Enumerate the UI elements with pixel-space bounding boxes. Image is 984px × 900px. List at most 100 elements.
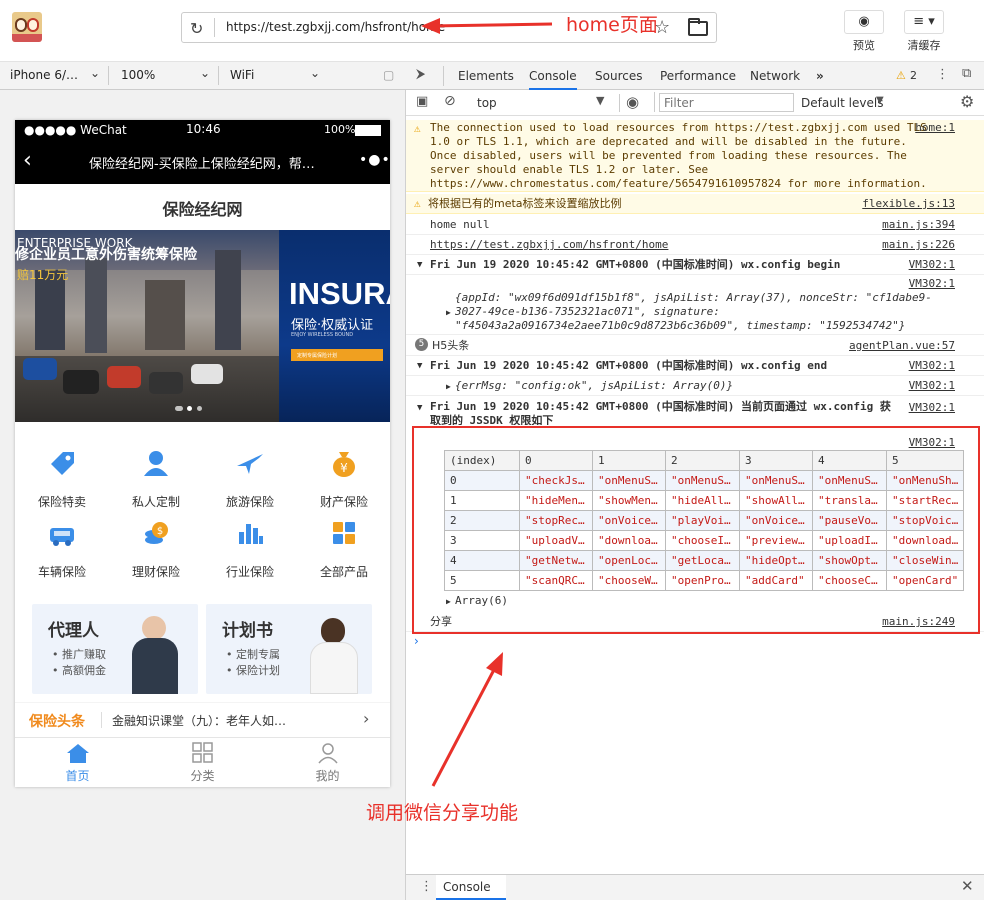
console-config-object[interactable]: VM302:1 ▶ {appId: "wx09f6d091df15b1f8", … <box>406 275 984 335</box>
screen-rotate-icon[interactable]: ▢ <box>383 68 394 82</box>
device-emulator-panel: iPhone 6/… ⌄ 100% ⌄ WiFi ⌄ ▢ ●●●●● WeCha… <box>0 62 406 900</box>
levels-dropdown-icon[interactable]: ▼ <box>876 95 884 106</box>
network-select[interactable]: WiFi <box>230 68 254 82</box>
banner-plan-button[interactable]: 定制专属保险计划 <box>291 349 383 361</box>
tab-home[interactable]: 首页 <box>15 742 140 784</box>
filter-input[interactable] <box>659 93 794 112</box>
console-group-permissions[interactable]: ▼ Fri Jun 19 2020 10:45:42 GMT+0800 (中国标… <box>406 396 984 426</box>
tab-sources[interactable]: Sources <box>595 69 642 83</box>
news-ticker[interactable]: 保险头条 金融知识课堂（九）：老年人如… › <box>15 702 390 738</box>
zoom-select[interactable]: 100% <box>121 68 155 82</box>
grid-item-travel[interactable]: 旅游保险 <box>203 448 297 510</box>
log-link[interactable]: https://test.zgbxjj.com/hsfront/home <box>430 238 668 252</box>
grid-item-property[interactable]: ¥ 财产保险 <box>297 448 391 510</box>
drawer-menu-icon[interactable]: ⋮ <box>420 879 433 894</box>
tab-category[interactable]: 分类 <box>140 742 265 784</box>
grid-item-vehicle[interactable]: 车辆保险 <box>15 518 109 580</box>
coins-icon: $ <box>145 522 168 544</box>
console-group-begin[interactable]: ▼ Fri Jun 19 2020 10:45:42 GMT+0800 (中国标… <box>406 255 984 275</box>
grid-item-all[interactable]: 全部产品 <box>297 518 391 580</box>
plan-card[interactable]: 计划书 • 定制专属 • 保险计划 <box>206 604 372 694</box>
expand-triangle-icon[interactable]: ▶ <box>446 306 451 320</box>
grid-item-special[interactable]: 保险特卖 <box>15 448 109 510</box>
eye-icon[interactable]: ◉ <box>626 93 639 111</box>
chevron-down-icon[interactable]: ⌄ <box>200 66 210 80</box>
folder-icon[interactable] <box>688 18 708 36</box>
chevron-down-icon[interactable]: ⌄ <box>310 66 320 80</box>
console-group-end[interactable]: ▼ Fri Jun 19 2020 10:45:42 GMT+0800 (中国标… <box>406 356 984 376</box>
console-log-h5: 5 H5头条 agentPlan.vue:57 <box>406 336 984 356</box>
log-source-link[interactable]: VM302:1 <box>909 359 955 373</box>
sidebar-toggle-icon[interactable]: ▣ <box>416 94 428 109</box>
expand-triangle-icon[interactable]: ▼ <box>417 258 422 272</box>
apps-icon <box>333 522 355 544</box>
car-icon <box>50 528 74 546</box>
console-prompt[interactable]: › <box>414 634 419 648</box>
clear-cache-button[interactable]: ≡ ▾ 清缓存 <box>894 10 954 53</box>
carousel-dot[interactable] <box>175 406 183 411</box>
phone-screen: ●●●●● WeChat 10:46 100% ‹ 保险经纪网-买保险上保险经纪… <box>15 120 390 787</box>
console-errmsg-object[interactable]: ▶ {errMsg: "config:ok", jsApiList: Array… <box>406 376 984 396</box>
log-source-link[interactable]: VM302:1 <box>909 258 955 272</box>
tab-performance[interactable]: Performance <box>660 69 736 83</box>
reload-icon[interactable]: ↻ <box>190 19 203 38</box>
chevron-right-icon[interactable]: › <box>363 709 369 728</box>
preview-button[interactable]: ◉ 预览 <box>834 10 894 53</box>
clear-cache-label: 清缓存 <box>907 39 941 52</box>
clear-console-icon[interactable]: ⊘ <box>444 93 456 109</box>
warning-icon[interactable]: ⚠ <box>896 69 906 82</box>
carousel-dot[interactable] <box>197 406 202 411</box>
carrier-text: ●●●●● WeChat <box>24 123 127 137</box>
log-source-link[interactable]: main.js:226 <box>882 238 955 252</box>
settings-gear-icon[interactable]: ⚙ <box>960 92 974 111</box>
grid-label: 全部产品 <box>319 565 368 579</box>
tab-network[interactable]: Network <box>750 69 800 83</box>
carousel-dot[interactable] <box>187 406 192 411</box>
log-source-link[interactable]: agentPlan.vue:57 <box>849 339 955 353</box>
context-select[interactable]: top <box>477 96 497 110</box>
log-source-link[interactable]: main.js:394 <box>882 218 955 232</box>
inspect-icon[interactable]: ⮞ <box>416 67 425 82</box>
highlight-box <box>412 426 980 634</box>
expand-triangle-icon[interactable]: ▼ <box>417 401 422 415</box>
agent-card[interactable]: 代理人 • 推广赚取 • 高额佣金 <box>32 604 198 694</box>
tab-mine[interactable]: 我的 <box>265 742 390 784</box>
log-message: Fri Jun 19 2020 10:45:42 GMT+0800 (中国标准时… <box>430 258 841 271</box>
log-message: Fri Jun 19 2020 10:45:42 GMT+0800 (中国标准时… <box>430 400 891 425</box>
card-item: • 保险计划 <box>226 664 280 677</box>
avatar[interactable] <box>12 12 42 42</box>
log-message: home null <box>430 218 490 231</box>
grid-item-finance[interactable]: $ 理财保险 <box>109 518 203 580</box>
drawer-tab-console[interactable]: Console <box>443 880 491 894</box>
kebab-menu-icon[interactable]: ⋮ <box>936 67 949 82</box>
warning-count[interactable]: 2 <box>910 69 917 82</box>
grid-item-industry[interactable]: 行业保险 <box>203 518 297 580</box>
log-source-link[interactable]: VM302:1 <box>909 379 955 393</box>
banner-carousel[interactable]: ENTERPRISE WORK 修企业员工意外伤害统筹保险 赔11万元 INSU… <box>15 230 390 422</box>
news-tag: 保险头条 <box>29 714 85 730</box>
grid-label: 财产保险 <box>319 495 368 509</box>
device-select[interactable]: iPhone 6/… <box>10 68 78 82</box>
log-source-link[interactable]: VM302:1 <box>909 401 955 415</box>
expand-triangle-icon[interactable]: ▶ <box>446 380 451 394</box>
log-source-link[interactable]: VM302:1 <box>909 277 955 291</box>
share-annotation-label: 调用微信分享功能 <box>366 802 519 824</box>
context-dropdown-icon[interactable]: ▼ <box>596 94 604 107</box>
url-text[interactable]: https://test.zgbxjj.com/hsfront/home <box>226 20 445 34</box>
more-tabs-icon[interactable]: » <box>816 69 824 83</box>
chevron-down-icon[interactable]: ⌄ <box>90 66 100 80</box>
status-bar: ●●●●● WeChat 10:46 100% <box>15 120 390 140</box>
undock-icon[interactable]: ⧉ <box>962 66 971 81</box>
tab-label: 首页 <box>65 769 90 783</box>
log-source-link[interactable]: home:1 <box>915 121 955 135</box>
log-source-link[interactable]: flexible.js:13 <box>862 197 955 211</box>
more-icon[interactable]: •●• <box>359 152 391 168</box>
svg-text:$: $ <box>157 526 163 537</box>
tab-elements[interactable]: Elements <box>458 69 514 83</box>
close-drawer-icon[interactable]: ✕ <box>961 877 974 895</box>
tab-console[interactable]: Console <box>529 69 577 90</box>
levels-select[interactable]: Default levels <box>801 96 883 110</box>
back-icon[interactable]: ‹ <box>23 148 32 173</box>
grid-item-custom[interactable]: 私人定制 <box>109 448 203 510</box>
expand-triangle-icon[interactable]: ▼ <box>417 359 422 373</box>
